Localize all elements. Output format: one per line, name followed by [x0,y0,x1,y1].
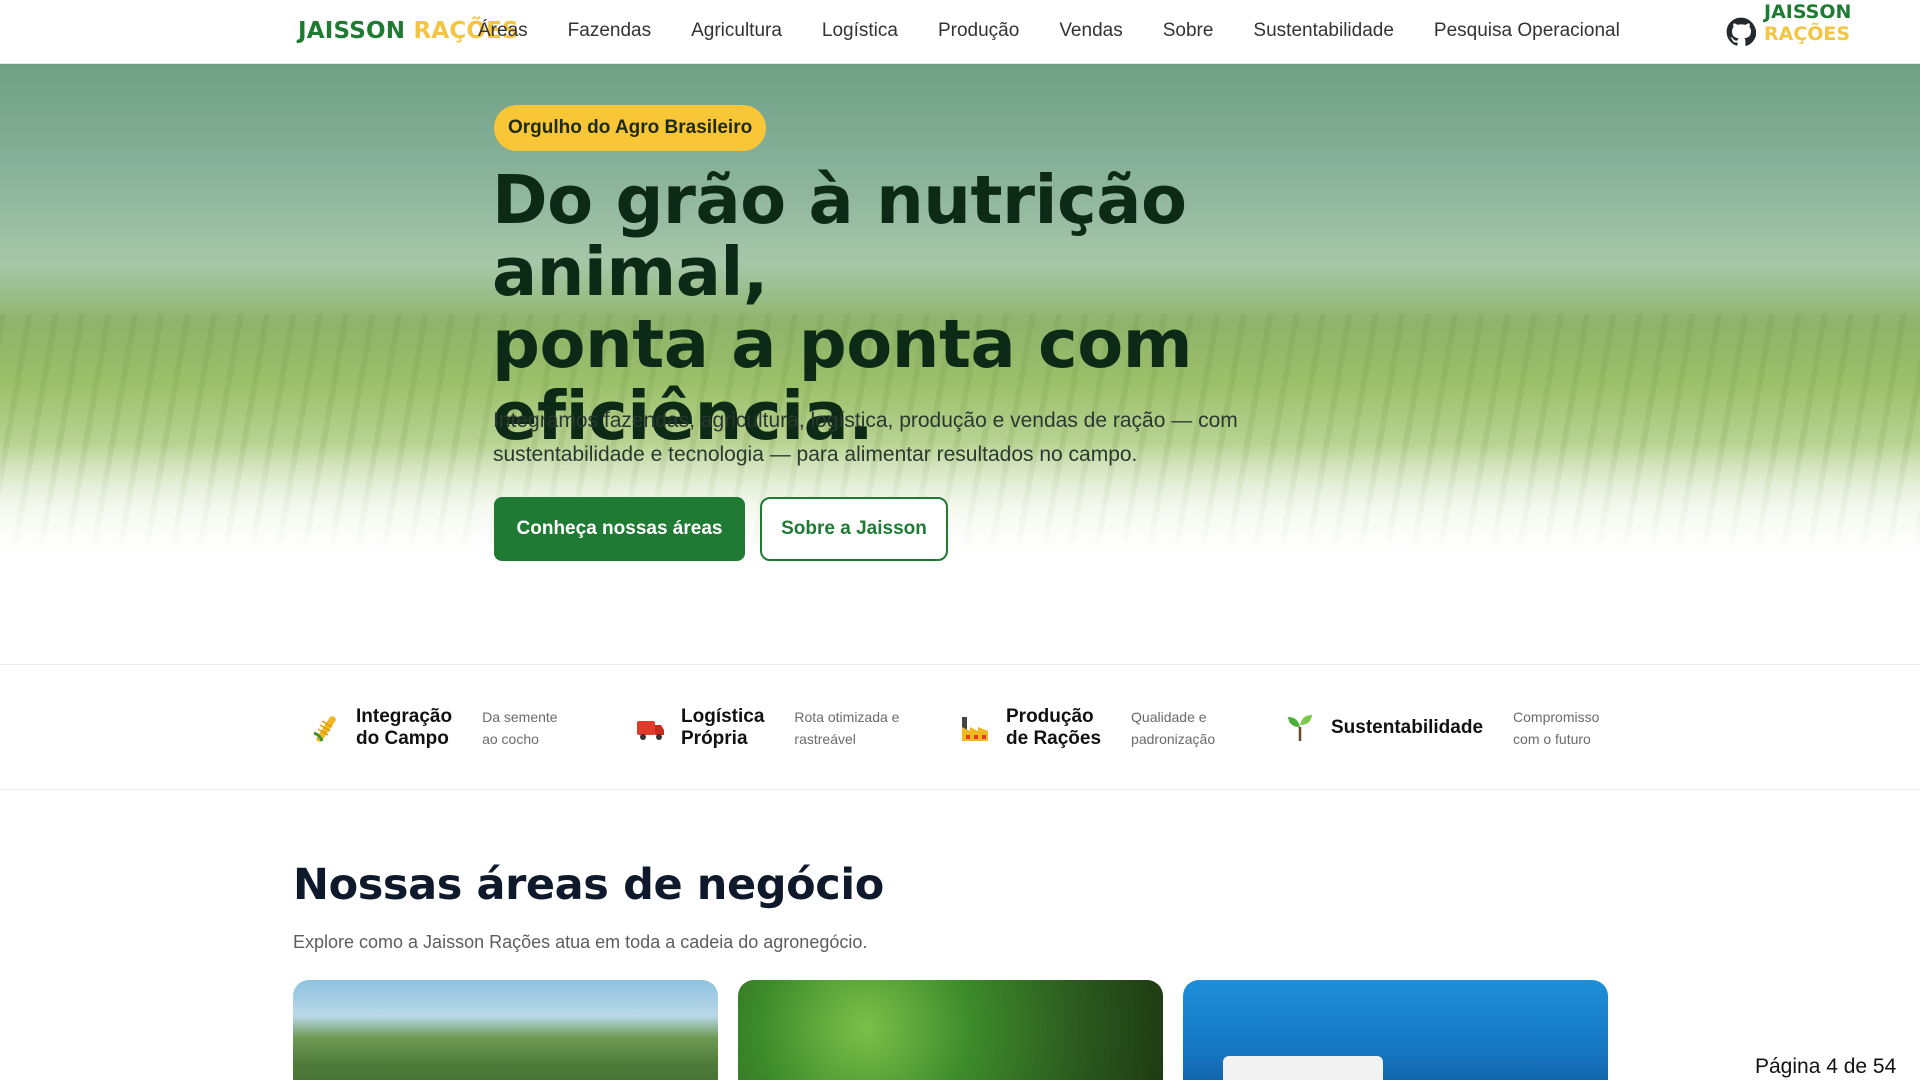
nav-link-sobre[interactable]: Sobre [1163,20,1214,42]
feature-title: Logística Própria [681,706,764,750]
truck-icon [637,721,664,740]
feature-desc-line2: com o futuro [1513,731,1591,747]
sobre-jaisson-button[interactable]: Sobre a Jaisson [760,497,948,561]
nav-link-agricultura[interactable]: Agricultura [691,20,782,42]
feature-title-line1: Sustentabilidade [1331,717,1484,738]
feature-title-line2: Própria [681,728,748,749]
nav-link-areas[interactable]: Áreas [478,20,528,42]
feature-description: Rota otimizada e rastreável [794,706,899,750]
hero-badge: Orgulho do Agro Brasileiro [494,105,767,151]
corner-brand-logo: JAISSON RAÇÕES [1764,1,1920,45]
feature-title-line2: de Rações [1006,728,1102,749]
feature-title-line2: do Campo [356,728,449,749]
hero-subtitle-line2: sustentabilidade e tecnologia — para ali… [493,443,1138,466]
feature-title: Integração do Campo [356,706,452,750]
corner-brand-part1: JAISSON [1764,1,1852,23]
feature-desc-line2: ao cocho [482,731,539,747]
top-navbar: JAISSON RAÇÕES Áreas Fazendas Agricultur… [0,0,1920,64]
hero-subtitle-line1: Integramos fazendas, agricultura, logíst… [493,409,1238,432]
feature-title-line1: Produção [1006,706,1094,727]
hero-headline-line1: Do grão à nutrição animal, [492,161,1187,311]
feature-title-line1: Logística [681,706,765,727]
nav-link-logistica[interactable]: Logística [822,20,898,42]
area-card-logistica-image[interactable] [1183,980,1608,1080]
corner-brand-part2: RAÇÕES [1764,23,1851,45]
feature-title-line1: Integração [356,706,453,727]
hero-section: Orgulho do Agro Brasileiro Do grão à nut… [0,64,1920,564]
feature-desc-line1: Qualidade e [1131,709,1207,725]
area-card-fazendas-image[interactable] [293,980,718,1080]
conheca-areas-button[interactable]: Conheça nossas áreas [494,497,745,561]
seedling-icon [1288,715,1312,741]
feature-sustentabilidade: Sustentabilidade Compromisso com o futur… [1283,665,1599,791]
truck-image [1223,1056,1383,1080]
feature-description: Compromisso com o futuro [1513,706,1599,750]
page-indicator: Página 4 de 54 [1755,1055,1897,1078]
nav-link-vendas[interactable]: Vendas [1059,20,1122,42]
nav-link-fazendas[interactable]: Fazendas [568,20,651,42]
nav-links: Áreas Fazendas Agricultura Logística Pro… [478,20,1660,42]
feature-desc-line1: Da semente [482,709,558,725]
feature-description: Da semente ao cocho [482,706,557,750]
area-card-agricultura-image[interactable] [738,980,1163,1080]
feature-description: Qualidade e padronização [1131,706,1215,750]
feature-desc-line2: padronização [1131,731,1216,747]
section-subtitle: Explore como a Jaisson Rações atua em to… [293,932,868,952]
feature-title: Sustentabilidade [1331,717,1483,739]
feature-integracao: Integração do Campo Da semente ao cocho [308,665,558,791]
corn-icon [313,716,336,742]
hero-subtitle: Integramos fazendas, agricultura, logíst… [493,404,1343,472]
nav-link-pesquisa-operacional[interactable]: Pesquisa Operacional [1434,20,1620,42]
feature-title: Produção de Rações [1006,706,1101,750]
github-icon[interactable] [1726,17,1756,47]
feature-desc-line1: Rota otimizada e [794,709,900,725]
brand-logo-part1: JAISSON [298,18,406,44]
feature-desc-line1: Compromisso [1513,709,1600,725]
hero-headline-line2: ponta a ponta com [492,305,1193,383]
feature-producao: Produção de Rações Qualidade e padroniza… [958,665,1215,791]
feature-logistica: Logística Própria Rota otimizada e rastr… [633,665,899,791]
features-strip: Integração do Campo Da semente ao cocho … [0,664,1920,790]
section-title: Nossas áreas de negócio [293,860,884,910]
nav-link-sustentabilidade[interactable]: Sustentabilidade [1253,20,1394,42]
factory-icon [962,717,988,741]
nav-link-producao[interactable]: Produção [938,20,1019,42]
feature-desc-line2: rastreável [794,731,856,747]
